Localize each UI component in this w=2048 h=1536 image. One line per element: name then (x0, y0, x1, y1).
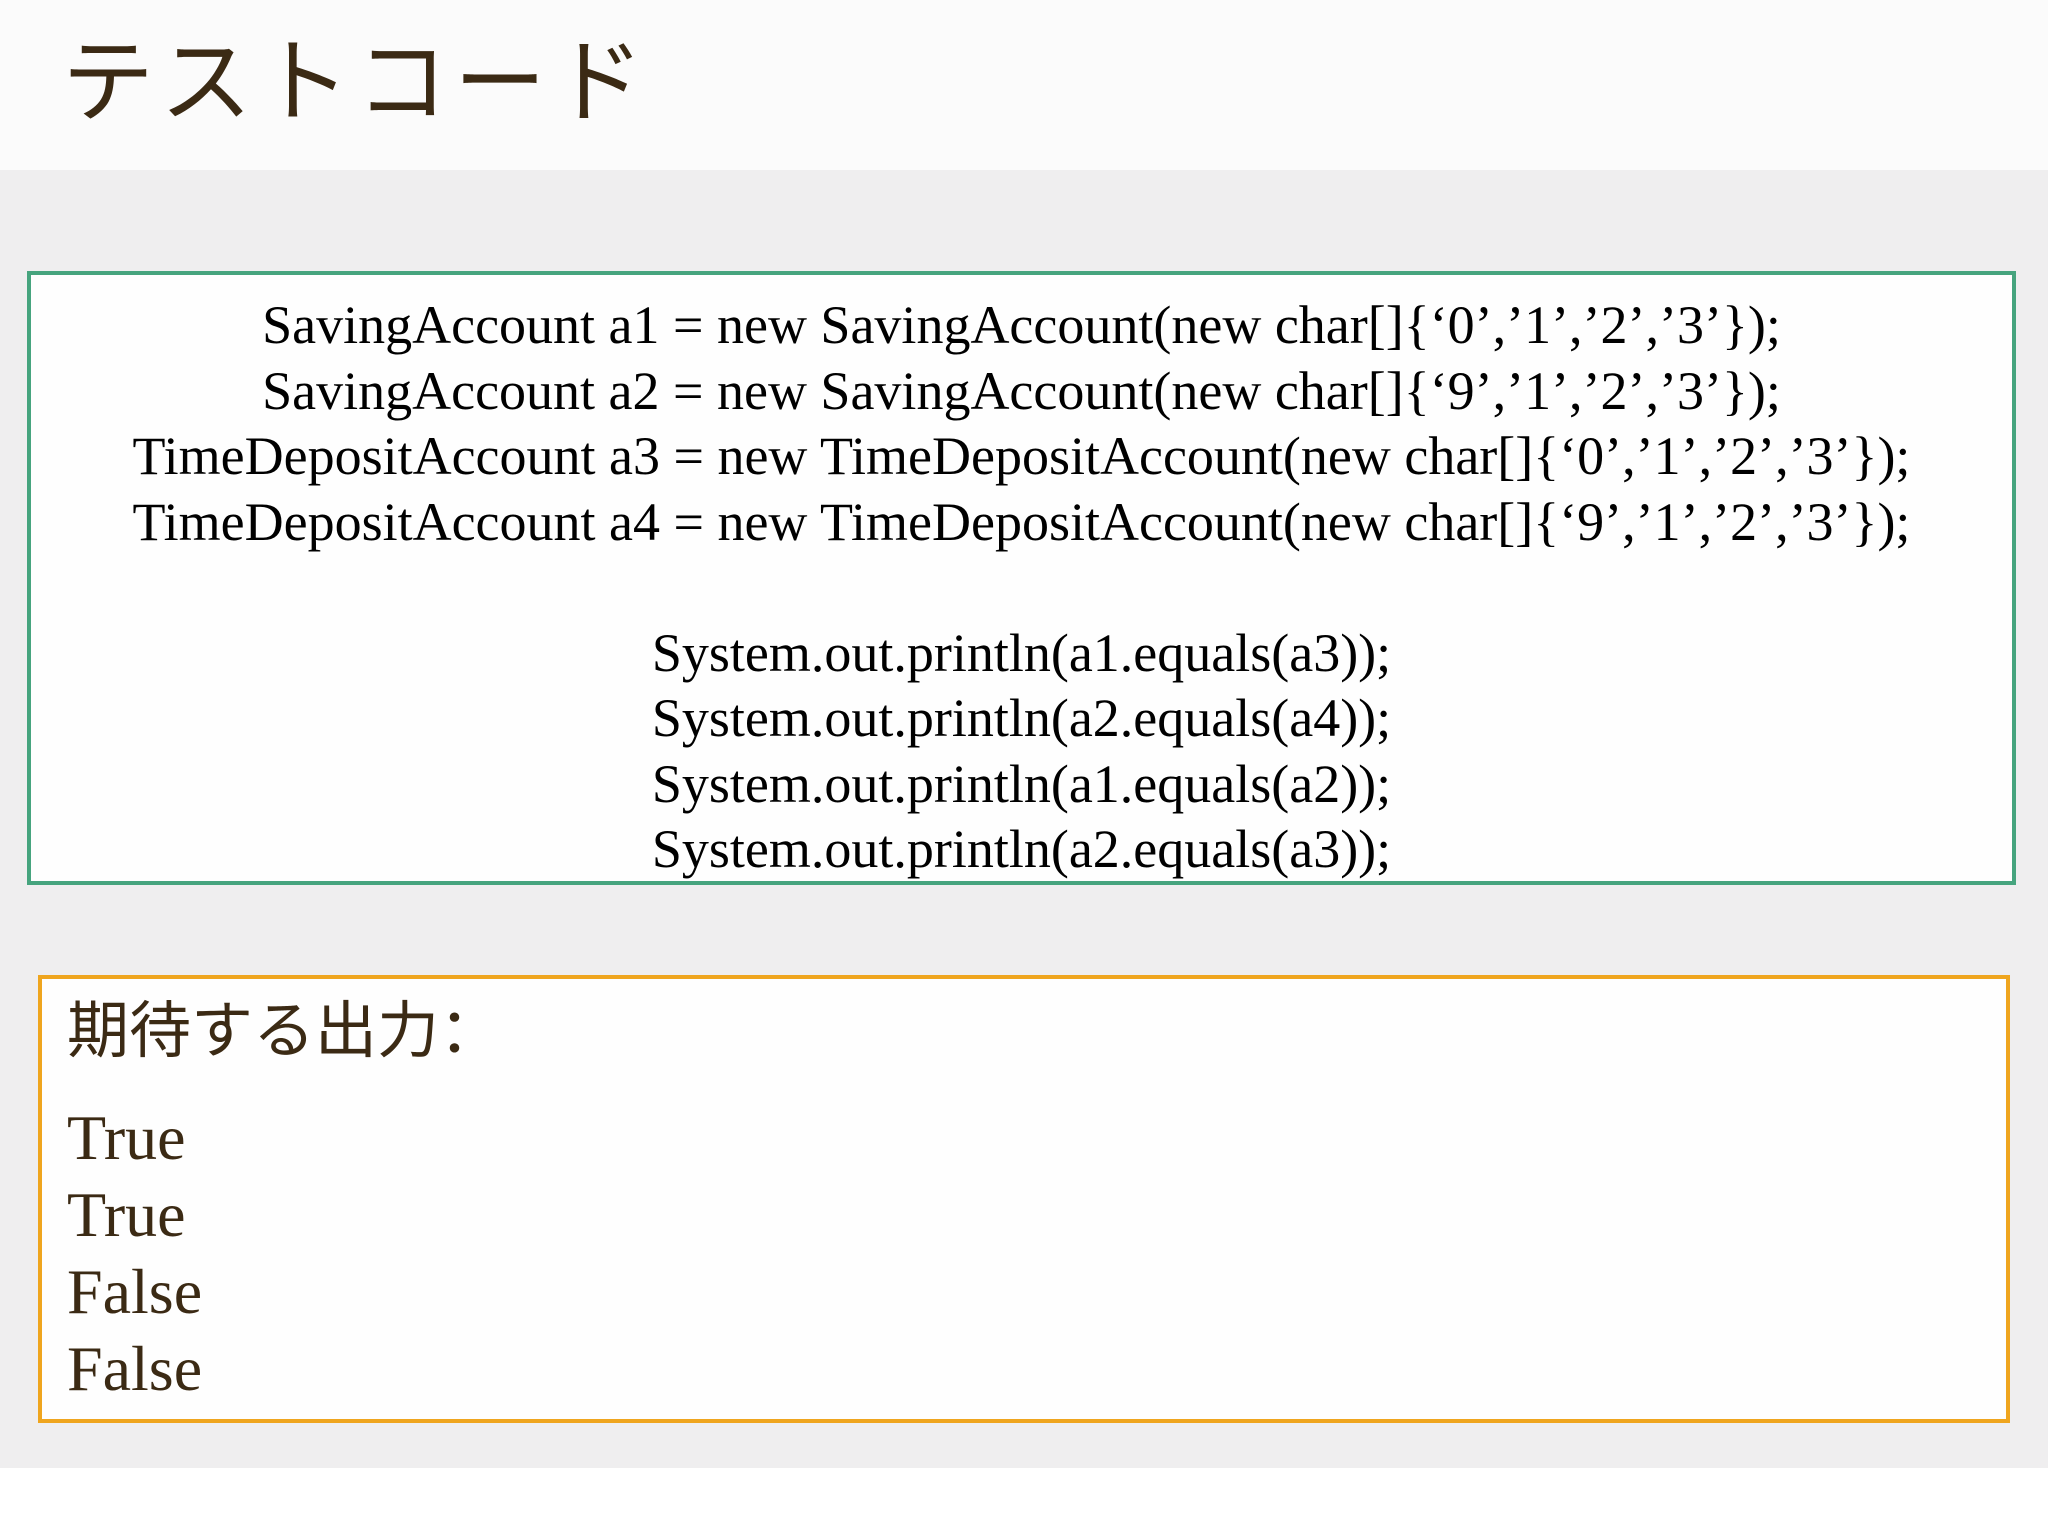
code-line: TimeDepositAccount a4 = new TimeDepositA… (132, 491, 1911, 552)
code-line: SavingAccount a1 = new SavingAccount(new… (262, 295, 1781, 355)
code-line: System.out.println(a1.equals(a2)); (651, 753, 1392, 814)
output-line: False (67, 1333, 203, 1404)
code-box: SavingAccount a1 = new SavingAccount(new… (27, 271, 2016, 885)
code-line: System.out.println(a2.equals(a3)); (651, 819, 1392, 879)
expected-output-heading: 期待する出力： (67, 994, 502, 1067)
output-line: False (67, 1256, 203, 1327)
expected-output-box: 期待する出力： True True False False (38, 975, 2010, 1423)
title-bar: テストコード (0, 0, 2048, 170)
code-lines: SavingAccount a1 = new SavingAccount(new… (31, 293, 2012, 883)
code-line: TimeDepositAccount a3 = new TimeDepositA… (132, 426, 1911, 486)
expected-output-lines: True True False False (67, 1099, 202, 1407)
code-line: System.out.println(a2.equals(a4)); (651, 688, 1392, 748)
code-line: SavingAccount a2 = new SavingAccount(new… (262, 360, 1781, 421)
code-line: System.out.println(a1.equals(a3)); (651, 622, 1392, 683)
output-line: True (67, 1102, 186, 1173)
output-line: True (67, 1179, 186, 1250)
slide-title: テストコード (62, 29, 651, 136)
